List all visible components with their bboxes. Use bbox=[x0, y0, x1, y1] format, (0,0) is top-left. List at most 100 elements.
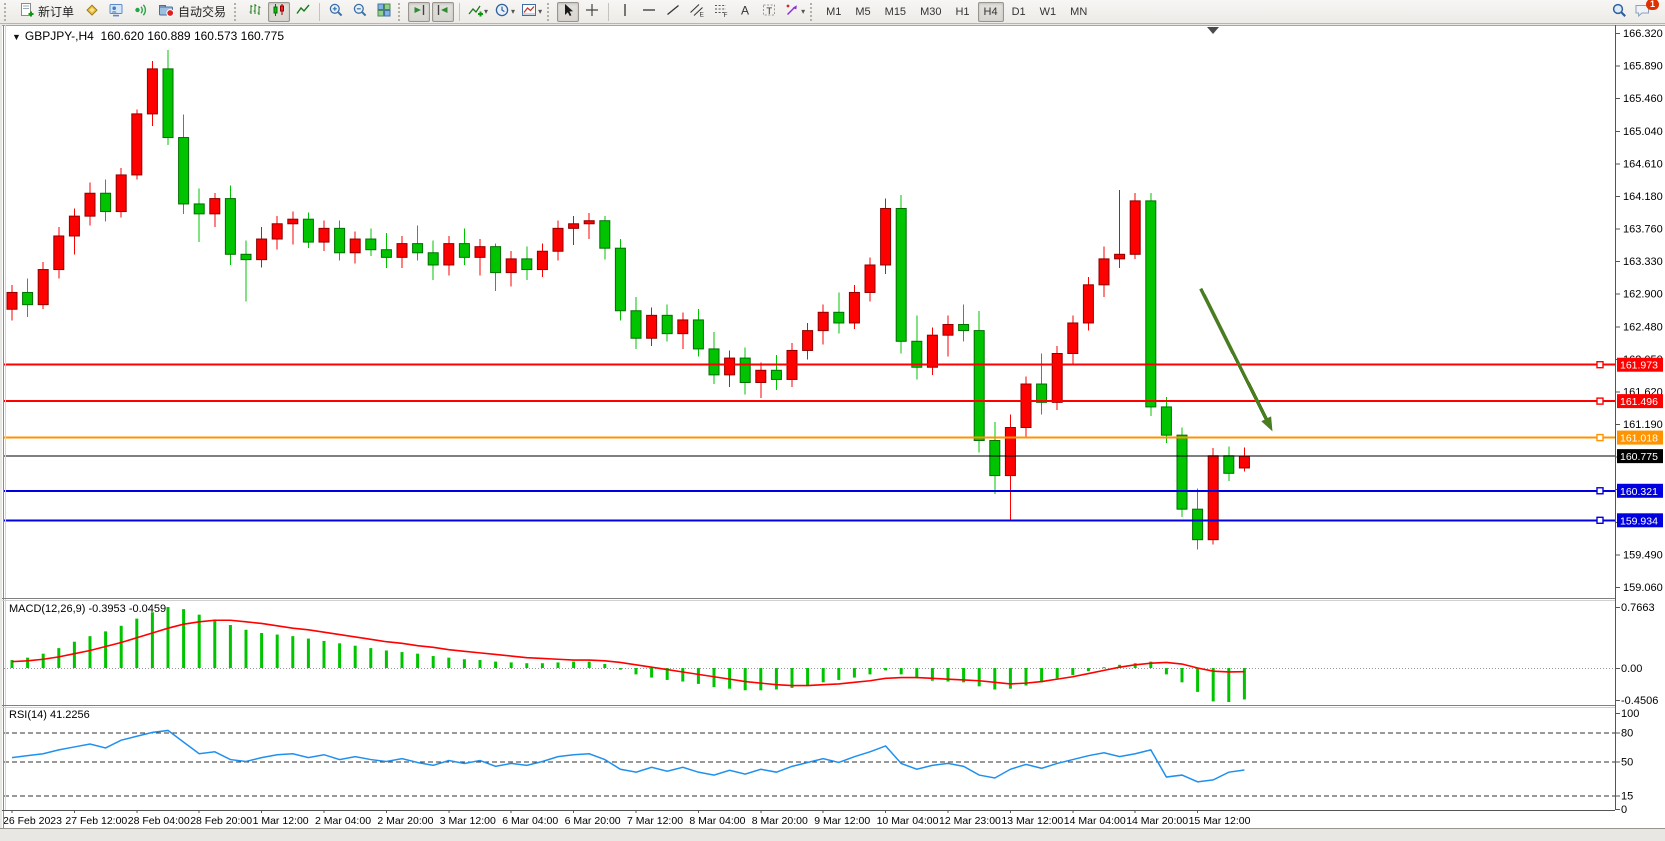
svg-text:166.320: 166.320 bbox=[1623, 28, 1663, 40]
cursor-tool-button[interactable] bbox=[557, 2, 579, 22]
tile-windows-icon bbox=[376, 2, 392, 21]
timeframe-button-M15[interactable]: M15 bbox=[879, 2, 912, 22]
svg-text:6 Mar 20:00: 6 Mar 20:00 bbox=[565, 815, 621, 827]
svg-text:2 Mar 04:00: 2 Mar 04:00 bbox=[315, 815, 371, 827]
auto-scroll-button[interactable] bbox=[408, 2, 430, 22]
svg-text:163.330: 163.330 bbox=[1623, 256, 1663, 268]
svg-text:6 Mar 04:00: 6 Mar 04:00 bbox=[502, 815, 558, 827]
svg-text:160.321: 160.321 bbox=[1620, 486, 1658, 498]
group-drag-handle[interactable] bbox=[810, 3, 815, 21]
svg-text:159.934: 159.934 bbox=[1620, 515, 1658, 527]
svg-text:162.900: 162.900 bbox=[1623, 289, 1663, 301]
chart-shift-icon bbox=[435, 2, 451, 21]
chart-ohlc: 160.620 160.889 160.573 160.775 bbox=[101, 29, 285, 43]
horizontal-line-tool-button[interactable] bbox=[638, 2, 660, 22]
text-label-tool-button[interactable]: T bbox=[758, 2, 780, 22]
svg-text:50: 50 bbox=[1621, 757, 1633, 769]
periods-button[interactable]: ▾ bbox=[492, 2, 517, 22]
cursor-icon bbox=[560, 2, 576, 21]
chart-canvas[interactable]: 166.320165.890165.460165.040164.610164.1… bbox=[0, 24, 1665, 841]
chart-title: ▼ GBPJPY-,H4 160.620 160.889 160.573 160.… bbox=[12, 29, 284, 43]
svg-text:F: F bbox=[724, 12, 728, 18]
timeframe-group: M1M5M15M30H1H4D1W1MN bbox=[819, 2, 1094, 22]
svg-text:26 Feb 2023: 26 Feb 2023 bbox=[3, 815, 62, 827]
arrows-tool-button[interactable]: ▾ bbox=[782, 2, 807, 22]
chart-shift-button[interactable] bbox=[432, 2, 454, 22]
svg-text:161.190: 161.190 bbox=[1623, 419, 1663, 431]
chevron-down-icon: ▾ bbox=[801, 7, 805, 16]
tile-windows-button[interactable] bbox=[373, 2, 395, 22]
svg-text:2 Mar 20:00: 2 Mar 20:00 bbox=[377, 815, 433, 827]
auto-trading-label: 自动交易 bbox=[178, 3, 226, 20]
svg-text:161.973: 161.973 bbox=[1620, 360, 1658, 372]
new-chart-button[interactable]: ▾ bbox=[465, 2, 490, 22]
svg-text:14 Mar 04:00: 14 Mar 04:00 bbox=[1064, 815, 1126, 827]
crosshair-tool-button[interactable] bbox=[581, 2, 603, 22]
svg-text:15: 15 bbox=[1621, 790, 1633, 802]
text-tool-button[interactable]: A bbox=[734, 2, 756, 22]
chart-symbol: GBPJPY-,H4 bbox=[25, 29, 94, 43]
candlestick-chart-icon bbox=[271, 2, 287, 21]
svg-text:159.490: 159.490 bbox=[1623, 549, 1663, 561]
timeframe-button-D1[interactable]: D1 bbox=[1006, 2, 1032, 22]
rsi-indicator-label: RSI(14) 41.2256 bbox=[9, 709, 90, 721]
svg-text:14 Mar 20:00: 14 Mar 20:00 bbox=[1126, 815, 1188, 827]
svg-text:15 Mar 12:00: 15 Mar 12:00 bbox=[1189, 815, 1251, 827]
fibonacci-icon: F bbox=[713, 2, 729, 21]
timeframe-button-H4[interactable]: H4 bbox=[978, 2, 1004, 22]
macd-indicator-label: MACD(12,26,9) -0.3953 -0.0459 bbox=[9, 603, 166, 615]
trendline-icon bbox=[665, 2, 681, 21]
new-order-button[interactable]: 新订单 bbox=[14, 2, 79, 22]
svg-text:161.018: 161.018 bbox=[1620, 433, 1658, 445]
auto-trading-button[interactable]: 自动交易 bbox=[153, 2, 231, 22]
svg-text:165.460: 165.460 bbox=[1623, 93, 1663, 105]
svg-text:3 Mar 12:00: 3 Mar 12:00 bbox=[440, 815, 496, 827]
svg-text:9 Mar 12:00: 9 Mar 12:00 bbox=[814, 815, 870, 827]
group-drag-handle[interactable] bbox=[547, 3, 552, 21]
timeframe-button-MN[interactable]: MN bbox=[1064, 2, 1093, 22]
svg-text:100: 100 bbox=[1621, 708, 1639, 720]
toolbar: 新订单 自动交易 bbox=[0, 0, 1665, 24]
svg-text:13 Mar 12:00: 13 Mar 12:00 bbox=[1001, 815, 1063, 827]
profile-button[interactable] bbox=[105, 2, 127, 22]
search-icon bbox=[1611, 2, 1628, 22]
crosshair-icon bbox=[584, 2, 600, 21]
new-order-icon bbox=[19, 2, 35, 21]
zoom-out-button[interactable] bbox=[349, 2, 371, 22]
timeframe-button-M5[interactable]: M5 bbox=[849, 2, 876, 22]
arrow-shapes-icon bbox=[784, 2, 800, 21]
trendline-tool-button[interactable] bbox=[662, 2, 684, 22]
timeframe-button-M1[interactable]: M1 bbox=[820, 2, 847, 22]
group-drag-handle[interactable] bbox=[234, 3, 239, 21]
toolbar-drag-handle[interactable] bbox=[4, 3, 9, 21]
signal-button[interactable] bbox=[129, 2, 151, 22]
svg-text:165.890: 165.890 bbox=[1623, 61, 1663, 73]
group-drag-handle[interactable] bbox=[398, 3, 403, 21]
svg-text:7 Mar 12:00: 7 Mar 12:00 bbox=[627, 815, 683, 827]
bar-chart-icon bbox=[247, 2, 263, 21]
search-button[interactable] bbox=[1608, 2, 1630, 22]
line-chart-icon bbox=[295, 2, 311, 21]
vertical-line-tool-button[interactable] bbox=[614, 2, 636, 22]
symbol-dropdown-icon[interactable]: ▼ bbox=[12, 32, 21, 42]
candlestick-chart-button[interactable] bbox=[268, 2, 290, 22]
channel-tool-button[interactable]: E bbox=[686, 2, 708, 22]
svg-text:8 Mar 20:00: 8 Mar 20:00 bbox=[752, 815, 808, 827]
timeframe-button-W1[interactable]: W1 bbox=[1034, 2, 1063, 22]
zoom-in-button[interactable] bbox=[325, 2, 347, 22]
gold-diamond-icon bbox=[84, 2, 100, 21]
fibonacci-tool-button[interactable]: F bbox=[710, 2, 732, 22]
new-chart-icon bbox=[467, 2, 483, 21]
timeframe-button-H1[interactable]: H1 bbox=[949, 2, 975, 22]
deposit-button[interactable] bbox=[81, 2, 103, 22]
svg-text:0.7663: 0.7663 bbox=[1621, 602, 1655, 614]
svg-text:0.00: 0.00 bbox=[1621, 663, 1642, 675]
line-chart-button[interactable] bbox=[292, 2, 314, 22]
svg-text:164.180: 164.180 bbox=[1623, 191, 1663, 203]
svg-text:A: A bbox=[741, 4, 749, 18]
templates-button[interactable]: ▾ bbox=[519, 2, 544, 22]
timeframe-button-M30[interactable]: M30 bbox=[914, 2, 947, 22]
auto-scroll-icon bbox=[411, 2, 427, 21]
svg-text:28 Feb 04:00: 28 Feb 04:00 bbox=[128, 815, 190, 827]
bar-chart-button[interactable] bbox=[244, 2, 266, 22]
